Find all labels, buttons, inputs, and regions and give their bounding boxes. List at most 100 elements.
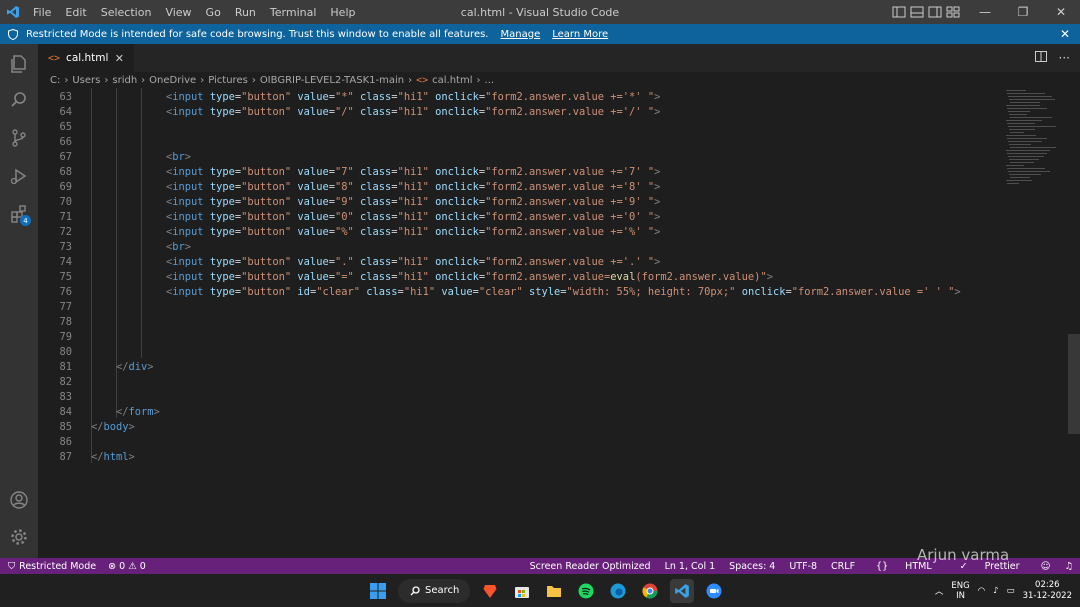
breadcrumb-item[interactable]: sridh (112, 75, 137, 86)
prettier-status[interactable]: ✓ Prettier (946, 561, 1034, 572)
file-explorer-icon[interactable] (542, 579, 566, 603)
clock-time: 02:26 (1035, 579, 1060, 590)
feedback-icon[interactable]: ☺ (1034, 561, 1058, 572)
vscode-taskbar-icon[interactable] (670, 578, 694, 603)
code-line[interactable]: 75 <input type="button" value="=" class="… (38, 270, 998, 285)
code-line[interactable]: 76 <input type="button" id="clear" class=… (38, 285, 998, 300)
code-line[interactable]: 85 </body> (38, 420, 998, 435)
taskbar-search[interactable]: Search (398, 578, 470, 603)
code-line[interactable]: 77 (38, 300, 998, 315)
windows-start-icon[interactable] (366, 579, 390, 603)
minimize-icon[interactable]: — (966, 0, 1004, 24)
menu-file[interactable]: File (26, 6, 58, 19)
spotify-icon[interactable] (574, 579, 598, 603)
minimap[interactable] (1006, 90, 1062, 190)
toggle-sidebar-icon[interactable] (892, 6, 906, 18)
code-line[interactable]: 86 (38, 435, 998, 450)
split-editor-icon[interactable] (1034, 51, 1047, 65)
edge-browser-icon[interactable] (606, 579, 630, 603)
code-line[interactable]: 87 </html> (38, 450, 998, 465)
vertical-scrollbar[interactable] (1068, 334, 1080, 434)
code-editor[interactable]: 63 <input type="button" value="*" class="… (38, 88, 1080, 558)
code-line[interactable]: 64 <input type="button" value="/" class="… (38, 105, 998, 120)
chrome-browser-icon[interactable] (638, 579, 662, 603)
menu-help[interactable]: Help (323, 6, 362, 19)
run-debug-icon[interactable] (0, 158, 38, 194)
screen-reader-status[interactable]: Screen Reader Optimized (523, 561, 658, 572)
code-line[interactable]: 70 <input type="button" value="9" class="… (38, 195, 998, 210)
code-line[interactable]: 63 <input type="button" value="*" class="… (38, 90, 998, 105)
code-line[interactable]: 82 (38, 375, 998, 390)
chevron-right-icon: › (251, 74, 256, 86)
extensions-icon[interactable]: 4 (0, 196, 38, 232)
menu-edit[interactable]: Edit (58, 6, 93, 19)
language-mode-status[interactable]: {} HTML (862, 561, 946, 572)
explorer-icon[interactable] (0, 46, 38, 82)
code-line[interactable]: 73 <br> (38, 240, 998, 255)
tab-cal-html[interactable]: <> cal.html ✕ (38, 44, 134, 72)
close-banner-icon[interactable]: ✕ (1060, 27, 1070, 41)
code-line[interactable]: 67 <br> (38, 150, 998, 165)
code-line[interactable]: 74 <input type="button" value="." class="… (38, 255, 998, 270)
encoding-status[interactable]: UTF-8 (782, 561, 824, 572)
restricted-mode-status[interactable]: ⛉ Restricted Mode (0, 558, 105, 574)
cursor-position-status[interactable]: Ln 1, Col 1 (658, 561, 723, 572)
battery-icon[interactable]: ▭ (1007, 586, 1015, 596)
breadcrumb-item[interactable]: ... (485, 75, 495, 86)
chevron-up-icon[interactable]: ︿ (935, 585, 944, 597)
volume-icon[interactable]: ♪ (993, 586, 998, 596)
breadcrumb-item[interactable]: cal.html (432, 75, 472, 86)
more-actions-icon[interactable]: ··· (1059, 51, 1070, 65)
toggle-secondary-sidebar-icon[interactable] (928, 6, 942, 18)
code-token: "0" (334, 211, 354, 223)
breadcrumb-item[interactable]: OneDrive (149, 75, 196, 86)
menu-go[interactable]: Go (199, 6, 228, 19)
wifi-icon[interactable]: ◠ (978, 586, 985, 596)
close-window-icon[interactable]: ✕ (1042, 0, 1080, 24)
code-line[interactable]: 80 (38, 345, 998, 360)
eol-status[interactable]: CRLF (824, 561, 862, 572)
code-token: "hi1" (397, 91, 429, 103)
code-line[interactable]: 78 (38, 315, 998, 330)
code-token: > (654, 181, 661, 193)
manage-link[interactable]: Manage (501, 29, 541, 40)
code-token: > (184, 241, 192, 253)
notifications-bell-icon[interactable]: ♫ (1057, 561, 1080, 572)
input-language[interactable]: ENG IN (951, 581, 969, 601)
settings-gear-icon[interactable] (0, 519, 38, 555)
indentation-status[interactable]: Spaces: 4 (722, 561, 782, 572)
problems-status[interactable]: ⊗ 0 ⚠ 0 (108, 561, 146, 572)
accounts-icon[interactable] (0, 482, 38, 518)
code-line[interactable]: 83 (38, 390, 998, 405)
breadcrumb-item[interactable]: OIBGRIP-LEVEL2-TASK1-main (260, 75, 404, 86)
toggle-panel-icon[interactable] (910, 6, 924, 18)
minimap-line (1007, 138, 1047, 139)
customize-layout-icon[interactable] (946, 6, 960, 18)
search-icon[interactable] (0, 82, 38, 118)
menu-run[interactable]: Run (228, 6, 263, 19)
brave-browser-icon[interactable] (478, 579, 502, 603)
learn-more-link[interactable]: Learn More (552, 29, 608, 40)
breadcrumb-item[interactable]: Pictures (208, 75, 248, 86)
code-line[interactable]: 84 </form> (38, 405, 998, 420)
code-line[interactable]: 69 <input type="button" value="8" class="… (38, 180, 998, 195)
code-line[interactable]: 79 (38, 330, 998, 345)
close-tab-icon[interactable]: ✕ (115, 52, 124, 65)
clock[interactable]: 02:26 31-12-2022 (1023, 580, 1072, 602)
code-line[interactable]: 65 (38, 120, 998, 135)
breadcrumb-item[interactable]: C: (50, 75, 60, 86)
code-line[interactable]: 68 <input type="button" value="7" class="… (38, 165, 998, 180)
menu-terminal[interactable]: Terminal (263, 6, 324, 19)
store-icon[interactable] (510, 579, 534, 603)
source-control-icon[interactable] (0, 120, 38, 156)
code-line[interactable]: 72 <input type="button" value="%" class="… (38, 225, 998, 240)
menu-selection[interactable]: Selection (94, 6, 159, 19)
code-line[interactable]: 71 <input type="button" value="0" class="… (38, 210, 998, 225)
code-line[interactable]: 66 (38, 135, 998, 150)
maximize-icon[interactable]: ❐ (1004, 0, 1042, 24)
breadcrumb-item[interactable]: Users (72, 75, 100, 86)
code-line[interactable]: 81 </div> (38, 360, 998, 375)
zoom-icon[interactable] (702, 579, 726, 603)
status-bar: ⛉ Restricted Mode ⊗ 0 ⚠ 0 Screen Reader … (0, 558, 1080, 574)
menu-view[interactable]: View (158, 6, 198, 19)
